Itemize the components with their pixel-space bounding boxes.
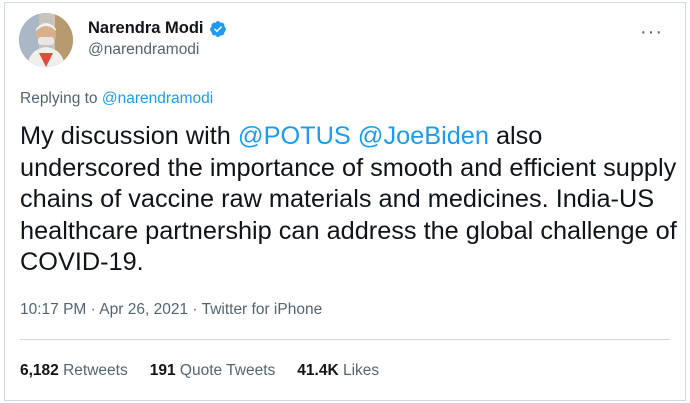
author-block: Narendra Modi @narendramodi xyxy=(88,19,227,59)
retweets-count: 6,182 xyxy=(20,362,59,379)
tweet-text-part: My discussion with xyxy=(20,122,238,150)
retweets-stat[interactable]: 6,182 Retweets xyxy=(20,362,128,380)
tweet-header: Narendra Modi @narendramodi ··· xyxy=(19,13,675,69)
quote-tweets-count: 191 xyxy=(149,362,176,379)
tweet-text-space xyxy=(351,122,358,150)
tweet-time[interactable]: 10:17 PM xyxy=(20,301,86,318)
divider xyxy=(20,339,670,340)
more-horizontal-icon[interactable]: ··· xyxy=(640,21,663,44)
display-name-row: Narendra Modi xyxy=(88,19,227,38)
replying-prefix: Replying to xyxy=(20,90,102,107)
author-handle[interactable]: @narendramodi xyxy=(88,41,227,59)
display-name[interactable]: Narendra Modi xyxy=(88,19,204,38)
tweet-text: My discussion with @POTUS @JoeBiden also… xyxy=(20,121,680,279)
likes-label: Likes xyxy=(342,362,380,379)
reply-mention-link[interactable]: @narendramodi xyxy=(102,90,213,107)
mention-joebiden-link[interactable]: @JoeBiden xyxy=(358,122,489,150)
likes-stat[interactable]: 41.4K Likes xyxy=(297,362,379,380)
mention-potus-link[interactable]: @POTUS xyxy=(238,122,351,150)
tweet-source[interactable]: Twitter for iPhone xyxy=(202,301,323,318)
avatar[interactable] xyxy=(19,13,73,67)
tweet-meta: 10:17 PM · Apr 26, 2021 · Twitter for iP… xyxy=(20,301,322,319)
quote-tweets-stat[interactable]: 191 Quote Tweets xyxy=(150,362,276,380)
tweet-date[interactable]: Apr 26, 2021 xyxy=(99,301,188,318)
verified-badge-icon xyxy=(209,20,226,37)
meta-separator: · xyxy=(90,301,96,318)
quote-tweets-label: Quote Tweets xyxy=(179,362,276,379)
retweets-label: Retweets xyxy=(63,362,128,379)
meta-separator: · xyxy=(192,301,198,318)
tweet-card: Narendra Modi @narendramodi ··· Replying… xyxy=(4,2,686,401)
avatar-image xyxy=(19,13,73,67)
replying-to: Replying to @narendramodi xyxy=(20,90,213,108)
tweet-stats: 6,182 Retweets 191 Quote Tweets 41.4K Li… xyxy=(20,362,379,380)
likes-count: 41.4K xyxy=(297,362,339,379)
